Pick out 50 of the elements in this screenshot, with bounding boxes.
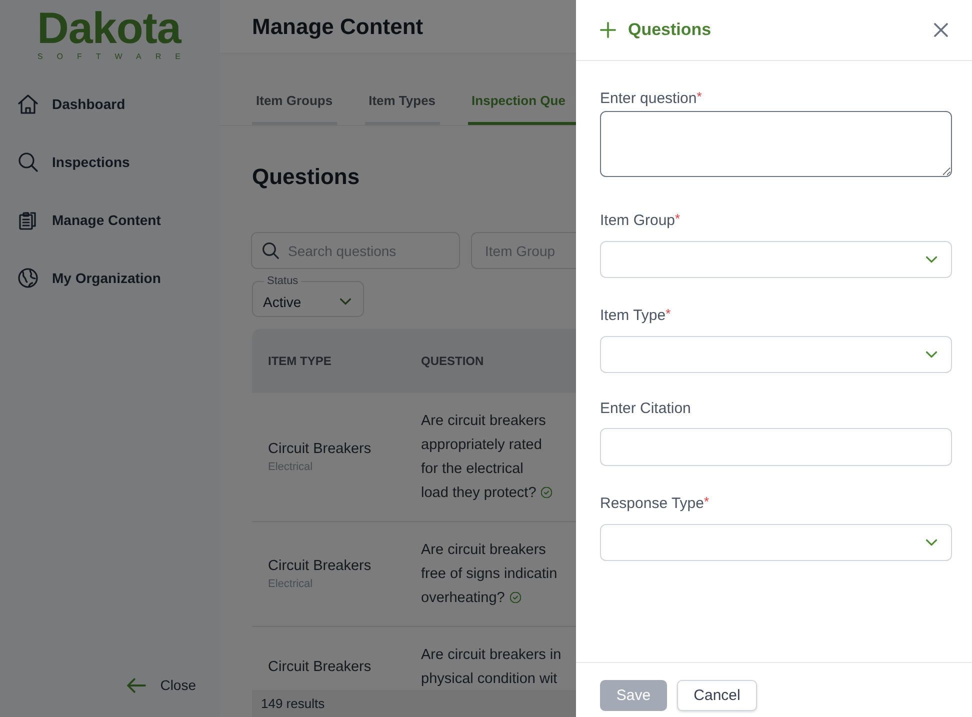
arrow-left-icon <box>127 678 146 692</box>
column-header: ITEM TYPE <box>267 354 332 368</box>
field-label: Response Type <box>600 495 704 512</box>
nav-item[interactable]: Dashboard <box>0 84 220 124</box>
section-title: Questions <box>252 164 361 190</box>
nav-item[interactable]: Inspections <box>0 142 220 182</box>
search-icon <box>18 152 38 172</box>
status-select[interactable]: Status Active <box>252 275 364 317</box>
tab[interactable]: Item Types <box>364 93 440 125</box>
search-icon <box>262 242 279 259</box>
page-title: Manage Content <box>252 14 424 40</box>
chevron-down-icon <box>926 539 937 546</box>
field-label: Enter question <box>600 90 697 107</box>
required-asterisk: * <box>704 494 710 509</box>
question-text: Are circuit breakers free of signs indicatin overheating? <box>421 542 558 606</box>
clipboard-icon <box>18 210 38 230</box>
close-button[interactable] <box>931 20 951 40</box>
chevron-down-icon <box>926 351 937 358</box>
chevron-down-icon <box>926 256 937 263</box>
cancel-button[interactable]: Cancel <box>677 680 757 711</box>
close-sidebar-button[interactable]: Close <box>123 673 200 697</box>
item-type-text: Circuit Breakers <box>268 557 372 576</box>
text-field[interactable] <box>600 428 952 466</box>
chevron-down-icon <box>340 298 351 305</box>
dropdown-field[interactable] <box>600 524 952 561</box>
field-label: Item Group <box>600 212 676 229</box>
plus-icon <box>600 22 616 38</box>
nav-item[interactable]: Manage Content <box>0 200 220 240</box>
results-count: 149 results <box>261 696 325 711</box>
question-textarea[interactable] <box>600 111 952 177</box>
close-icon <box>934 23 948 37</box>
field-label: Item Type <box>600 307 666 324</box>
dropdown-field[interactable] <box>600 336 952 373</box>
house-icon <box>18 94 38 114</box>
field-label: Enter Citation <box>600 400 691 417</box>
item-type-text: Circuit Breakers <box>268 440 372 459</box>
logo-wordmark: Dakota <box>37 8 181 50</box>
required-asterisk: * <box>696 89 702 104</box>
column-header: QUESTION <box>420 354 484 368</box>
question-text: Are circuit breakers appropriately rated for the electrical load they protect? <box>421 413 546 501</box>
panel-title: Questions <box>628 20 712 40</box>
required-asterisk: * <box>675 211 680 226</box>
logo-tagline: SOFTWARE <box>36 52 195 62</box>
tab[interactable]: Item Groups <box>252 93 337 125</box>
globe-icon <box>18 268 38 288</box>
question-text: Are circuit breakers in physical condition wit <box>421 647 562 687</box>
item-type-text: Circuit Breakers <box>268 658 372 677</box>
required-asterisk: * <box>666 306 671 321</box>
dropdown-field[interactable] <box>600 241 952 278</box>
nav-item[interactable]: My Organization <box>0 258 220 298</box>
